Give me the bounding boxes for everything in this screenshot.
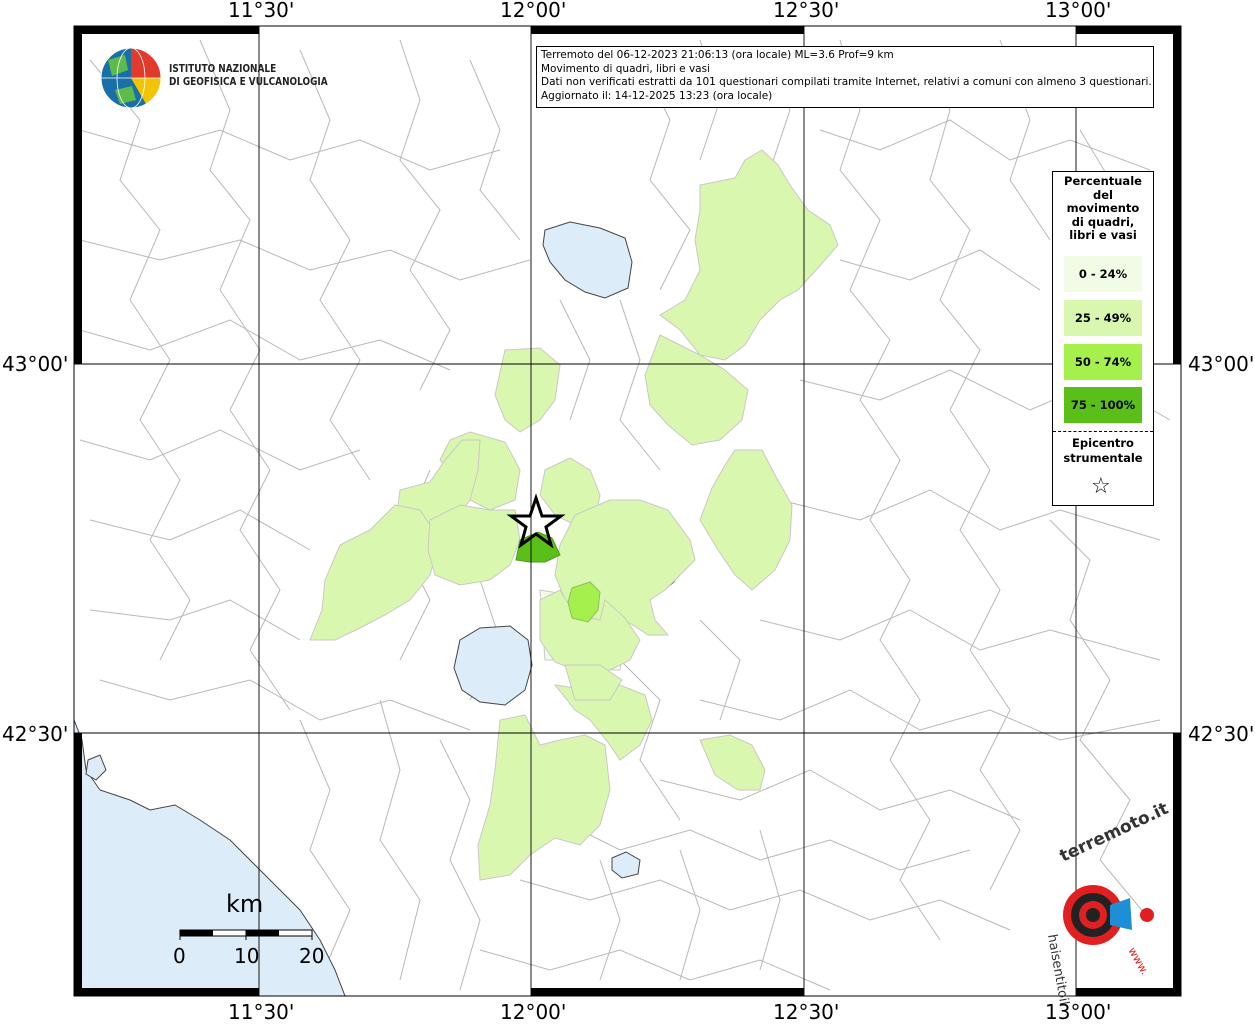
legend-title-line-3: movimento xyxy=(1066,201,1140,215)
scale-tick-10: 10 xyxy=(234,944,260,968)
institute-line-1: ISTITUTO NAZIONALE xyxy=(169,63,277,75)
legend: Percentuale del movimento di quadri, lib… xyxy=(1052,171,1154,506)
legend-epicenter-line-2: strumentale xyxy=(1063,451,1143,465)
legend-title-line-4: di quadri, xyxy=(1071,214,1135,229)
scale-tick-20: 20 xyxy=(299,944,325,968)
event-info-line-2: Movimento di quadri, libri e vasi xyxy=(541,62,710,75)
lon-label-top-1: 11°30' xyxy=(228,0,295,22)
legend-title-line-5: libri e vasi xyxy=(1069,228,1137,242)
legend-epicenter-label: Epicentro strumentale xyxy=(1053,436,1153,466)
legend-title-line-2: del xyxy=(1093,187,1113,202)
lon-label-top-3: 12°30' xyxy=(773,0,840,22)
event-info-line-3: Dati non verificati estratti da 101 ques… xyxy=(541,76,1152,88)
institute-line-2: DI GEOFISICA E VULCANOLOGIA xyxy=(169,76,328,88)
scale-unit: km xyxy=(226,890,264,918)
ingv-logo-icon xyxy=(100,47,162,109)
event-info-line-1: Terremoto del 06-12-2023 21:06:13 (ora l… xyxy=(541,49,894,61)
map: terremoto.it haisentitoil www. xyxy=(73,25,1182,1006)
event-info-line-4: Aggiornato il: 14-12-2025 13:23 (ora loc… xyxy=(541,89,773,102)
legend-epicenter-line-1: Epicentro xyxy=(1072,436,1134,450)
legend-class-3: 75 - 100% xyxy=(1064,387,1142,423)
lat-label-left-1: 43°00' xyxy=(2,352,69,376)
institute-name: ISTITUTO NAZIONALE DI GEOFISICA E VULCAN… xyxy=(169,63,328,89)
legend-title: Percentuale del movimento di quadri, lib… xyxy=(1053,174,1153,243)
event-info-box: Terremoto del 06-12-2023 21:06:13 (ora l… xyxy=(536,46,1154,108)
lon-label-top-2: 12°00' xyxy=(500,0,567,22)
legend-class-1: 25 - 49% xyxy=(1064,300,1142,336)
lon-label-bottom-3: 12°30' xyxy=(773,1000,840,1024)
lat-label-left-2: 42°30' xyxy=(2,722,69,746)
lat-label-right-1: 43°00' xyxy=(1188,352,1255,376)
lon-label-top-4: 13°00' xyxy=(1045,0,1112,22)
legend-class-0: 0 - 24% xyxy=(1064,256,1142,292)
lon-label-bottom-1: 11°30' xyxy=(228,1000,295,1024)
legend-separator xyxy=(1053,431,1153,432)
lon-label-bottom-4: 13°00' xyxy=(1045,1000,1112,1024)
lon-label-bottom-2: 12°00' xyxy=(500,1000,567,1024)
legend-star-icon: ☆ xyxy=(1091,474,1111,499)
legend-title-line-1: Percentuale xyxy=(1064,174,1142,188)
legend-class-2: 50 - 74% xyxy=(1064,344,1142,380)
scale-tick-0: 0 xyxy=(173,944,186,968)
lat-label-right-2: 42°30' xyxy=(1188,722,1255,746)
